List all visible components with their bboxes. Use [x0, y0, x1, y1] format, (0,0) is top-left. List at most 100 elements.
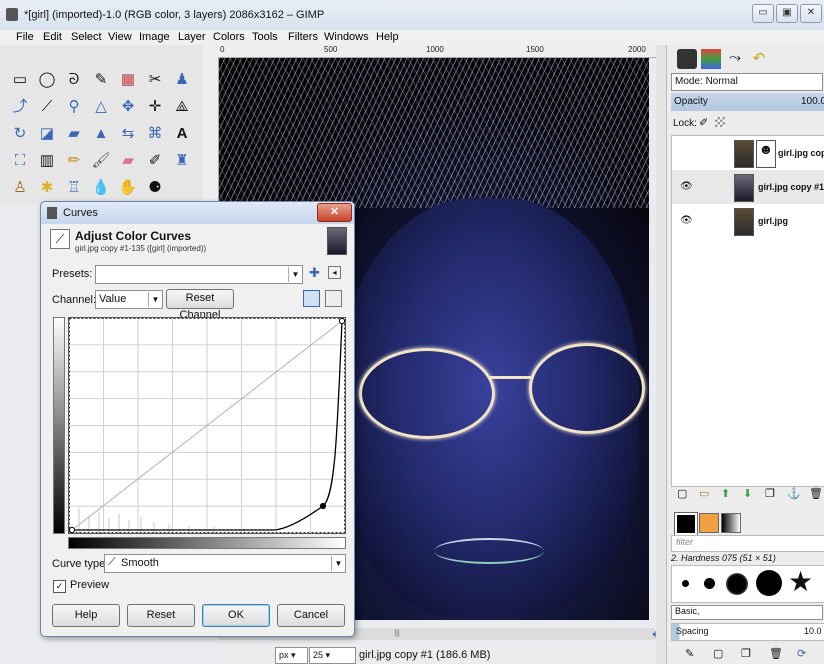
- blend-icon[interactable]: ▥: [37, 151, 57, 171]
- ok-button[interactable]: OK: [202, 604, 270, 627]
- text-tool-icon[interactable]: A: [172, 124, 192, 144]
- eraser-icon[interactable]: ▰: [118, 151, 138, 171]
- brush-item[interactable]: [704, 578, 715, 589]
- brush-item[interactable]: [682, 580, 689, 587]
- preview-checkbox[interactable]: ✓: [53, 580, 66, 593]
- foreground-select-icon[interactable]: ♟: [172, 70, 192, 90]
- eye-icon[interactable]: 👁: [680, 215, 693, 226]
- dodge-icon[interactable]: ⚈: [145, 178, 165, 198]
- paths-tab-icon[interactable]: ⤳: [725, 49, 745, 69]
- menu-view[interactable]: View: [108, 31, 132, 43]
- brushes-tab-icon[interactable]: [674, 512, 698, 536]
- delete-brush-icon[interactable]: 🗑: [769, 647, 783, 660]
- layer-row[interactable]: 👁 girl.jpg copy #1: [672, 170, 824, 204]
- rect-select-icon[interactable]: ▭: [10, 70, 30, 90]
- log-histogram-icon[interactable]: [325, 290, 342, 307]
- dialog-title-bar[interactable]: Curves ✕: [41, 202, 354, 224]
- bucket-fill-icon[interactable]: ⛶: [10, 151, 30, 171]
- new-group-icon[interactable]: ▭: [699, 487, 709, 500]
- lower-layer-icon[interactable]: ⬇: [743, 487, 752, 500]
- paths-icon[interactable]: ⤴: [10, 97, 30, 117]
- flip-icon[interactable]: ⇆: [118, 124, 138, 144]
- menu-file[interactable]: File: [16, 31, 34, 43]
- airbrush-icon[interactable]: ✐: [145, 151, 165, 171]
- dialog-close-button[interactable]: ✕: [317, 203, 352, 222]
- heal-icon[interactable]: ✱: [37, 178, 57, 198]
- brush-filter-input[interactable]: filter: [671, 535, 824, 552]
- perspective-icon[interactable]: ▲: [91, 124, 111, 144]
- anchor-layer-icon[interactable]: ⚓: [787, 487, 801, 500]
- brush-item[interactable]: [756, 570, 782, 596]
- menu-select[interactable]: Select: [71, 31, 102, 43]
- lock-pixels-icon[interactable]: ✐: [699, 116, 708, 129]
- menu-filters[interactable]: Filters: [288, 31, 318, 43]
- move-icon[interactable]: ✥: [118, 97, 138, 117]
- perspective-clone-icon[interactable]: ♖: [64, 178, 84, 198]
- curve-type-combo[interactable]: ⟋ Smooth ▼: [104, 554, 346, 573]
- mode-select[interactable]: Mode: Normal: [671, 73, 823, 91]
- scale-icon[interactable]: ◪: [37, 124, 57, 144]
- reset-channel-button[interactable]: Reset Channel: [166, 289, 234, 321]
- zoom-icon[interactable]: ⚲: [64, 97, 84, 117]
- presets-combo[interactable]: ▼: [95, 265, 303, 284]
- zoom-select[interactable]: 25 ▾: [309, 647, 356, 664]
- menu-edit[interactable]: Edit: [43, 31, 62, 43]
- curve-point[interactable]: [338, 317, 346, 325]
- refresh-brushes-icon[interactable]: ⟳: [797, 647, 806, 660]
- paintbrush-icon[interactable]: 🖌: [91, 151, 111, 171]
- edit-brush-icon[interactable]: ✎: [685, 647, 694, 660]
- scissors-icon[interactable]: ✂: [145, 70, 165, 90]
- linear-histogram-icon[interactable]: [303, 290, 320, 307]
- curve-graph[interactable]: [68, 317, 346, 534]
- smudge-icon[interactable]: ✋: [118, 178, 138, 198]
- star-brush-icon[interactable]: ★: [788, 567, 813, 597]
- blur-icon[interactable]: 💧: [91, 178, 111, 198]
- duplicate-layer-icon[interactable]: ❐: [765, 487, 775, 500]
- help-button[interactable]: Help: [52, 604, 120, 627]
- clone-icon[interactable]: ♙: [10, 178, 30, 198]
- measure-icon[interactable]: △: [91, 97, 111, 117]
- layer-row[interactable]: ☻ girl.jpg copy: [672, 136, 824, 170]
- align-icon[interactable]: ✛: [145, 97, 165, 117]
- spacing-slider[interactable]: Spacing 10.0: [671, 623, 824, 641]
- gradients-tab-icon[interactable]: [721, 513, 741, 533]
- menu-help[interactable]: Help: [376, 31, 399, 43]
- pencil-icon[interactable]: ✏: [64, 151, 84, 171]
- layers-tab-icon[interactable]: [677, 49, 697, 69]
- delete-layer-icon[interactable]: 🗑: [809, 487, 823, 500]
- opacity-slider[interactable]: Opacity 100.0: [671, 93, 824, 111]
- brush-preset-select[interactable]: Basic,: [671, 605, 823, 620]
- crop-icon[interactable]: ⟁: [172, 97, 192, 117]
- dock-separator[interactable]: [656, 45, 666, 664]
- raise-layer-icon[interactable]: ⬆: [721, 487, 730, 500]
- layer-row[interactable]: 👁 girl.jpg: [672, 204, 824, 238]
- undo-tab-icon[interactable]: ↶: [749, 49, 769, 69]
- menu-layer[interactable]: Layer: [178, 31, 206, 43]
- menu-windows[interactable]: Windows: [324, 31, 369, 43]
- channels-tab-icon[interactable]: [701, 49, 721, 69]
- ink-icon[interactable]: ♜: [172, 151, 192, 171]
- new-brush-icon[interactable]: ▢: [713, 647, 723, 660]
- new-layer-icon[interactable]: ▢: [677, 487, 687, 500]
- curve-graph-svg[interactable]: [68, 317, 346, 534]
- fuzzy-select-icon[interactable]: ✎: [91, 70, 111, 90]
- minimize-button[interactable]: ▭: [752, 4, 774, 23]
- ellipse-select-icon[interactable]: ◯: [37, 70, 57, 90]
- cage-icon[interactable]: ⌘: [145, 124, 165, 144]
- free-select-icon[interactable]: ᘐ: [64, 70, 84, 90]
- eye-icon[interactable]: 👁: [680, 181, 693, 192]
- curve-point[interactable]: [68, 526, 76, 534]
- color-select-icon[interactable]: ▦: [118, 70, 138, 90]
- add-preset-icon[interactable]: ✚: [309, 265, 320, 281]
- duplicate-brush-icon[interactable]: ❐: [741, 647, 751, 660]
- menu-colors[interactable]: Colors: [213, 31, 245, 43]
- menu-tools[interactable]: Tools: [252, 31, 278, 43]
- rotate-icon[interactable]: ↻: [10, 124, 30, 144]
- color-picker-icon[interactable]: ⟋: [37, 97, 57, 117]
- channel-combo[interactable]: Value ▼: [95, 290, 163, 309]
- lock-alpha-icon[interactable]: [715, 117, 725, 127]
- brush-item[interactable]: [726, 573, 748, 595]
- preset-menu-icon[interactable]: ◂: [328, 266, 341, 279]
- patterns-tab-icon[interactable]: [699, 513, 719, 533]
- menu-image[interactable]: Image: [139, 31, 170, 43]
